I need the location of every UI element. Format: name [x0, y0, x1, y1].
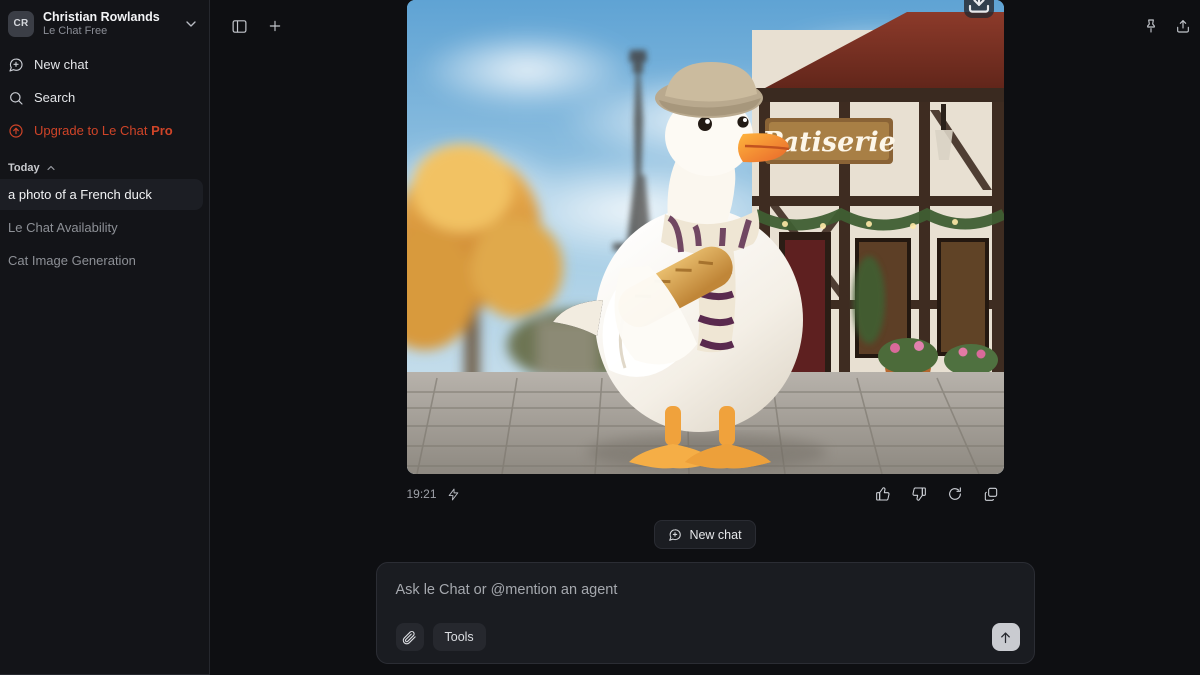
new-chat-suggestion-row: New chat [375, 508, 1035, 549]
new-chat-plus-icon[interactable] [260, 11, 290, 41]
chat-input-placeholder[interactable]: Ask le Chat or @mention an agent [396, 582, 1020, 623]
account-name: Christian Rowlands [43, 10, 160, 24]
new-chat-button[interactable]: New chat [654, 520, 756, 549]
sidebar-item-upgrade[interactable]: Upgrade to Le Chat Pro [0, 116, 203, 146]
search-icon [8, 90, 24, 106]
chevron-up-icon [45, 162, 57, 174]
copy-icon[interactable] [978, 481, 1004, 507]
chat-item-cat-image-generation[interactable]: Cat Image Generation [0, 245, 203, 276]
composer-toolbar: Tools [395, 623, 1020, 651]
chat-section-today[interactable]: Today [0, 149, 209, 179]
chat-item-le-chat-availability[interactable]: Le Chat Availability [0, 212, 203, 243]
message-action-bar: 19:21 [407, 474, 1004, 508]
sidebar-item-label: Search [34, 90, 76, 106]
lightning-bolt-icon [447, 488, 460, 501]
new-chat-button-label: New chat [689, 527, 742, 542]
upgrade-label: Upgrade to Le Chat Pro [34, 123, 173, 139]
new-chat-icon [8, 57, 24, 73]
share-icon[interactable] [1168, 11, 1198, 41]
upgrade-circle-arrow-icon [8, 123, 24, 139]
chat-history-list: a photo of a French duck Le Chat Availab… [0, 178, 209, 278]
chevron-down-icon [183, 16, 199, 32]
attach-file-icon[interactable] [395, 623, 424, 651]
avatar: CR [8, 10, 34, 37]
message-timestamp: 19:21 [406, 487, 437, 501]
top-bar [210, 0, 1200, 52]
generated-image[interactable]: Patiserie [406, 0, 1004, 474]
app-root: CR Christian Rowlands Le Chat Free New c… [0, 0, 1200, 675]
thumbs-down-icon[interactable] [906, 481, 932, 507]
account-text: Christian Rowlands Le Chat Free [43, 10, 174, 38]
sidebar-item-search[interactable]: Search [0, 83, 203, 113]
chat-item-french-duck[interactable]: a photo of a French duck [0, 178, 203, 210]
new-chat-icon [668, 528, 682, 542]
sidebar-item-label: New chat [34, 57, 89, 73]
top-bar-actions [1136, 11, 1198, 41]
account-plan: Le Chat Free [43, 24, 108, 37]
sidebar-toggle-icon[interactable] [224, 11, 254, 41]
assistant-message: Patiserie 19:21 New chat [375, 0, 1035, 549]
sidebar: CR Christian Rowlands Le Chat Free New c… [0, 0, 210, 675]
composer[interactable]: Ask le Chat or @mention an agent Tools [375, 562, 1035, 664]
account-switcher[interactable]: CR Christian Rowlands Le Chat Free [0, 0, 209, 48]
conversation-scroll-area[interactable]: Patiserie 19:21 New chat [210, 0, 1200, 559]
upgrade-emphasis: Pro [151, 123, 173, 139]
regenerate-icon[interactable] [942, 481, 968, 507]
pin-icon[interactable] [1136, 11, 1166, 41]
sidebar-nav: New chat Search Upgrade to Le Chat Pro [0, 48, 209, 149]
composer-zone: Ask le Chat or @mention an agent Tools [210, 562, 1200, 675]
thumbs-up-icon[interactable] [870, 481, 896, 507]
send-button[interactable] [991, 623, 1020, 651]
section-label: Today [8, 161, 40, 174]
sidebar-item-new-chat[interactable]: New chat [0, 50, 203, 80]
tools-button[interactable]: Tools [432, 623, 486, 651]
main-panel: Patiserie 19:21 New chat Ask le Chat or … [210, 0, 1200, 675]
